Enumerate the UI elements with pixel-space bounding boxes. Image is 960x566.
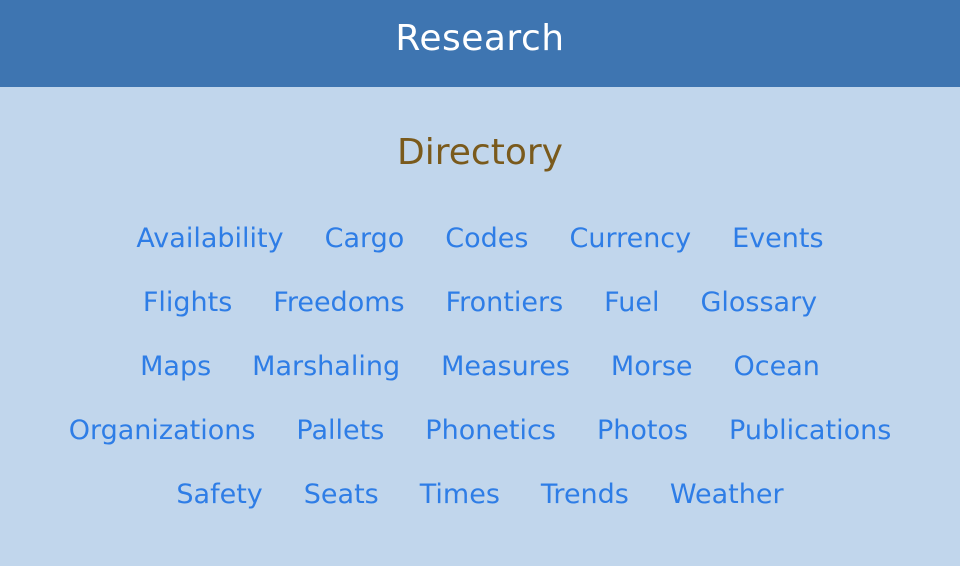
link-publications[interactable]: Publications: [729, 415, 891, 479]
link-ocean[interactable]: Ocean: [734, 351, 820, 415]
link-phonetics[interactable]: Phonetics: [425, 415, 556, 479]
link-events[interactable]: Events: [732, 223, 823, 287]
link-fuel[interactable]: Fuel: [604, 287, 659, 351]
link-photos[interactable]: Photos: [597, 415, 688, 479]
link-times[interactable]: Times: [420, 479, 500, 543]
link-weather[interactable]: Weather: [670, 479, 784, 543]
link-currency[interactable]: Currency: [569, 223, 691, 287]
directory-row: Flights Freedoms Frontiers Fuel Glossary: [0, 287, 960, 351]
link-glossary[interactable]: Glossary: [700, 287, 817, 351]
directory-heading: Directory: [397, 132, 563, 173]
link-seats[interactable]: Seats: [304, 479, 379, 543]
link-cargo[interactable]: Cargo: [325, 223, 405, 287]
directory-links: Availability Cargo Codes Currency Events…: [0, 223, 960, 543]
link-flights[interactable]: Flights: [143, 287, 232, 351]
directory-row: Organizations Pallets Phonetics Photos P…: [0, 415, 960, 479]
link-pallets[interactable]: Pallets: [296, 415, 384, 479]
link-organizations[interactable]: Organizations: [69, 415, 256, 479]
directory-row: Availability Cargo Codes Currency Events: [0, 223, 960, 287]
directory-row: Safety Seats Times Trends Weather: [0, 479, 960, 543]
link-trends[interactable]: Trends: [541, 479, 629, 543]
link-marshaling[interactable]: Marshaling: [252, 351, 400, 415]
link-safety[interactable]: Safety: [176, 479, 262, 543]
link-codes[interactable]: Codes: [445, 223, 528, 287]
link-measures[interactable]: Measures: [441, 351, 570, 415]
link-morse[interactable]: Morse: [611, 351, 693, 415]
header-bar: Research: [0, 0, 960, 87]
link-freedoms[interactable]: Freedoms: [273, 287, 404, 351]
directory-row: Maps Marshaling Measures Morse Ocean: [0, 351, 960, 415]
link-availability[interactable]: Availability: [136, 223, 283, 287]
link-maps[interactable]: Maps: [140, 351, 211, 415]
link-frontiers[interactable]: Frontiers: [446, 287, 564, 351]
page-title: Research: [395, 18, 565, 59]
